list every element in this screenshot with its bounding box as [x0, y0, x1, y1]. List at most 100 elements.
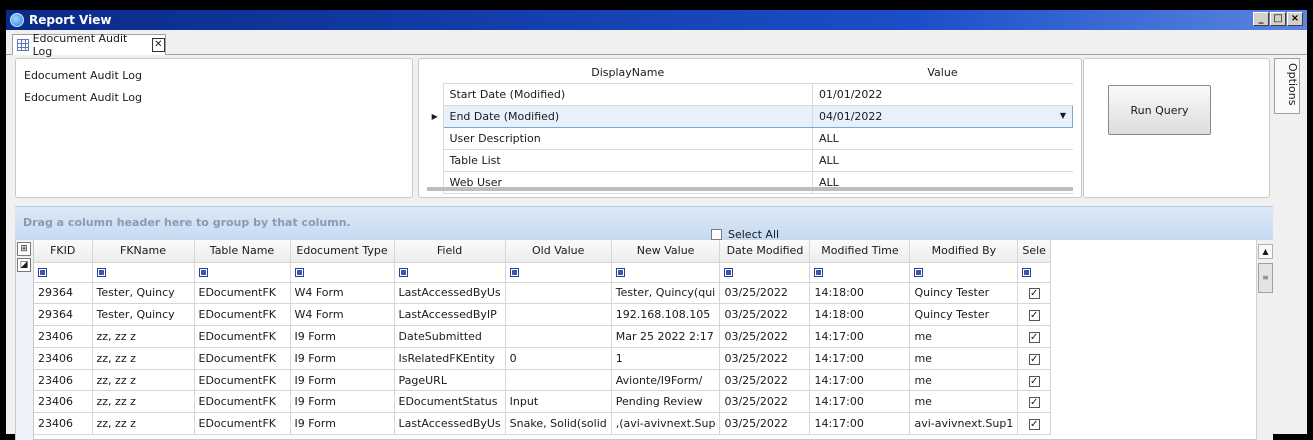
- filter-cell[interactable]: [505, 262, 612, 283]
- table-cell[interactable]: zz, zz z: [92, 369, 195, 392]
- filter-icon[interactable]: [724, 267, 734, 277]
- table-cell[interactable]: 14:17:00: [809, 390, 911, 414]
- table-cell[interactable]: [505, 369, 612, 392]
- col-header[interactable]: Date Modified: [719, 240, 811, 263]
- table-cell[interactable]: EDocumentFK: [194, 390, 291, 414]
- table-cell[interactable]: me: [909, 325, 1019, 348]
- table-row[interactable]: 23406 zz, zz z EDocumentFK I9 Form LastAcces…: [34, 412, 1051, 436]
- table-cell[interactable]: EDocumentFK: [194, 347, 291, 370]
- col-header[interactable]: Table Name: [194, 240, 291, 263]
- table-cell[interactable]: [505, 282, 612, 305]
- table-cell[interactable]: Avionte/I9Form/: [611, 369, 721, 392]
- select-cell[interactable]: ✓: [1017, 347, 1051, 370]
- scroll-thumb[interactable]: ≡: [1258, 263, 1273, 293]
- table-row[interactable]: 23406 zz, zz z EDocumentFK I9 Form PageURL Av…: [34, 369, 1051, 392]
- table-cell[interactable]: Tester, Quincy: [92, 282, 195, 305]
- grid-vscroll[interactable]: ▲ ≡: [1256, 240, 1273, 440]
- table-cell[interactable]: Tester, Quincy: [92, 303, 195, 327]
- table-cell[interactable]: EDocumentFK: [194, 303, 291, 327]
- table-cell[interactable]: 03/25/2022: [719, 390, 811, 414]
- param-value[interactable]: 01/01/2022: [812, 83, 1073, 106]
- chevron-down-icon[interactable]: ▼: [1060, 111, 1066, 120]
- filter-cell[interactable]: [611, 262, 721, 283]
- table-cell[interactable]: [505, 325, 612, 348]
- filter-icon[interactable]: [509, 267, 519, 277]
- options-tab[interactable]: Options: [1274, 58, 1300, 114]
- table-cell[interactable]: 23406: [34, 390, 93, 414]
- table-cell[interactable]: 14:17:00: [809, 347, 911, 370]
- parameters-hscroll[interactable]: [427, 187, 1073, 191]
- table-cell[interactable]: EDocumentFK: [194, 325, 291, 348]
- table-cell[interactable]: 14:18:00: [809, 303, 911, 327]
- table-cell[interactable]: ,(avi-avivnext.Sup: [611, 412, 721, 436]
- table-cell[interactable]: 14:18:00: [809, 282, 911, 305]
- select-cell[interactable]: ✓: [1017, 303, 1051, 327]
- table-cell[interactable]: EDocumentFK: [194, 369, 291, 392]
- col-header[interactable]: Edocument Type: [290, 240, 395, 263]
- select-cell[interactable]: ✓: [1017, 369, 1051, 392]
- run-query-button[interactable]: Run Query: [1108, 85, 1211, 135]
- filter-cell[interactable]: [194, 262, 291, 283]
- table-cell[interactable]: I9 Form: [290, 325, 395, 348]
- table-cell[interactable]: PageURL: [394, 369, 506, 392]
- select-cell[interactable]: ✓: [1017, 412, 1051, 436]
- param-row-selected[interactable]: ▶ End Date (Modified) 04/01/2022 ▼: [427, 104, 1073, 128]
- table-cell[interactable]: 29364: [34, 282, 93, 305]
- table-cell[interactable]: 0: [505, 347, 612, 370]
- title-bar[interactable]: Report View _ □ ×: [6, 10, 1307, 30]
- table-cell[interactable]: LastAccessedByUs: [394, 282, 506, 305]
- column-chooser-icon[interactable]: ⊞: [17, 242, 31, 256]
- filter-icon[interactable]: [96, 267, 106, 277]
- group-by-panel[interactable]: Drag a column header here to group by th…: [15, 206, 1273, 240]
- checked-checkbox-icon[interactable]: ✓: [1028, 331, 1040, 343]
- table-cell[interactable]: 1: [611, 347, 721, 370]
- scroll-up-icon[interactable]: ▲: [1258, 244, 1273, 259]
- col-header[interactable]: Old Value: [505, 240, 612, 263]
- table-cell[interactable]: IsRelatedFKEntity: [394, 347, 506, 370]
- table-cell[interactable]: Tester, Quincy(qui: [611, 282, 721, 305]
- col-header[interactable]: Sele: [1017, 240, 1051, 263]
- col-header[interactable]: Modified By: [909, 240, 1019, 263]
- table-row[interactable]: 23406 zz, zz z EDocumentFK I9 Form DateSubmi…: [34, 325, 1051, 348]
- filter-cell[interactable]: [809, 262, 911, 283]
- table-cell[interactable]: me: [909, 369, 1019, 392]
- table-cell[interactable]: zz, zz z: [92, 390, 195, 414]
- param-row[interactable]: User Description ALL: [427, 127, 1073, 150]
- table-cell[interactable]: 14:17:00: [809, 412, 911, 436]
- table-cell[interactable]: 23406: [34, 347, 93, 370]
- checked-checkbox-icon[interactable]: ✓: [1028, 397, 1040, 409]
- table-cell[interactable]: I9 Form: [290, 412, 395, 436]
- minimize-button[interactable]: _: [1253, 12, 1269, 26]
- col-displayname[interactable]: DisplayName: [443, 63, 813, 84]
- param-value-dropdown[interactable]: 04/01/2022 ▼: [812, 104, 1073, 128]
- filter-icon[interactable]: [198, 267, 208, 277]
- table-cell[interactable]: 192.168.108.105: [611, 303, 721, 327]
- filter-cell[interactable]: [719, 262, 811, 283]
- table-cell[interactable]: 03/25/2022: [719, 282, 811, 305]
- select-cell[interactable]: ✓: [1017, 325, 1051, 348]
- checked-checkbox-icon[interactable]: ✓: [1028, 288, 1040, 300]
- table-cell[interactable]: EDocumentFK: [194, 282, 291, 305]
- table-cell[interactable]: zz, zz z: [92, 412, 195, 436]
- filter-icon[interactable]: [398, 267, 408, 277]
- table-cell[interactable]: LastAccessedByIP: [394, 303, 506, 327]
- filter-cell[interactable]: [909, 262, 1019, 283]
- table-cell[interactable]: me: [909, 347, 1019, 370]
- table-cell[interactable]: avi-avivnext.Sup1: [909, 412, 1019, 436]
- param-value[interactable]: ALL: [812, 149, 1073, 172]
- select-cell[interactable]: ✓: [1017, 282, 1051, 305]
- table-cell[interactable]: 14:17:00: [809, 325, 911, 348]
- filter-editor-icon[interactable]: ◪: [17, 258, 31, 272]
- table-cell[interactable]: I9 Form: [290, 390, 395, 414]
- table-cell[interactable]: zz, zz z: [92, 325, 195, 348]
- col-header[interactable]: FKID: [34, 240, 93, 263]
- select-cell[interactable]: ✓: [1017, 390, 1051, 414]
- col-header[interactable]: Modified Time: [809, 240, 911, 263]
- table-row[interactable]: 29364 Tester, Quincy EDocumentFK W4 Form Las…: [34, 303, 1051, 327]
- table-cell[interactable]: 03/25/2022: [719, 303, 811, 327]
- filter-cell[interactable]: [34, 262, 93, 283]
- table-cell[interactable]: 14:17:00: [809, 369, 911, 392]
- checked-checkbox-icon[interactable]: ✓: [1028, 419, 1040, 431]
- table-cell[interactable]: Quincy Tester: [909, 303, 1019, 327]
- table-cell[interactable]: DateSubmitted: [394, 325, 506, 348]
